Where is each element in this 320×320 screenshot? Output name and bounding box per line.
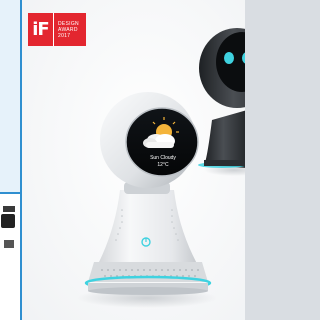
weather-description: Sun Cloudy: [150, 155, 176, 161]
if-design-award-badge: iF DESIGN AWARD 2017: [28, 13, 86, 46]
award-text: DESIGN AWARD 2017: [54, 21, 79, 39]
award-line-1: DESIGN: [58, 20, 79, 27]
award-line-2: AWARD: [58, 26, 78, 33]
award-year: 2017: [58, 32, 71, 39]
product-photo: [22, 0, 245, 320]
left-thumbnail-strip: [0, 0, 20, 320]
award-logo: iF: [28, 13, 54, 46]
left-thumbnail-device-icon: [1, 206, 15, 248]
product-image-frame: iF DESIGN AWARD 2017 Sun Cloudy 12°C: [20, 0, 245, 320]
weather-temperature: 12°C: [157, 162, 169, 168]
